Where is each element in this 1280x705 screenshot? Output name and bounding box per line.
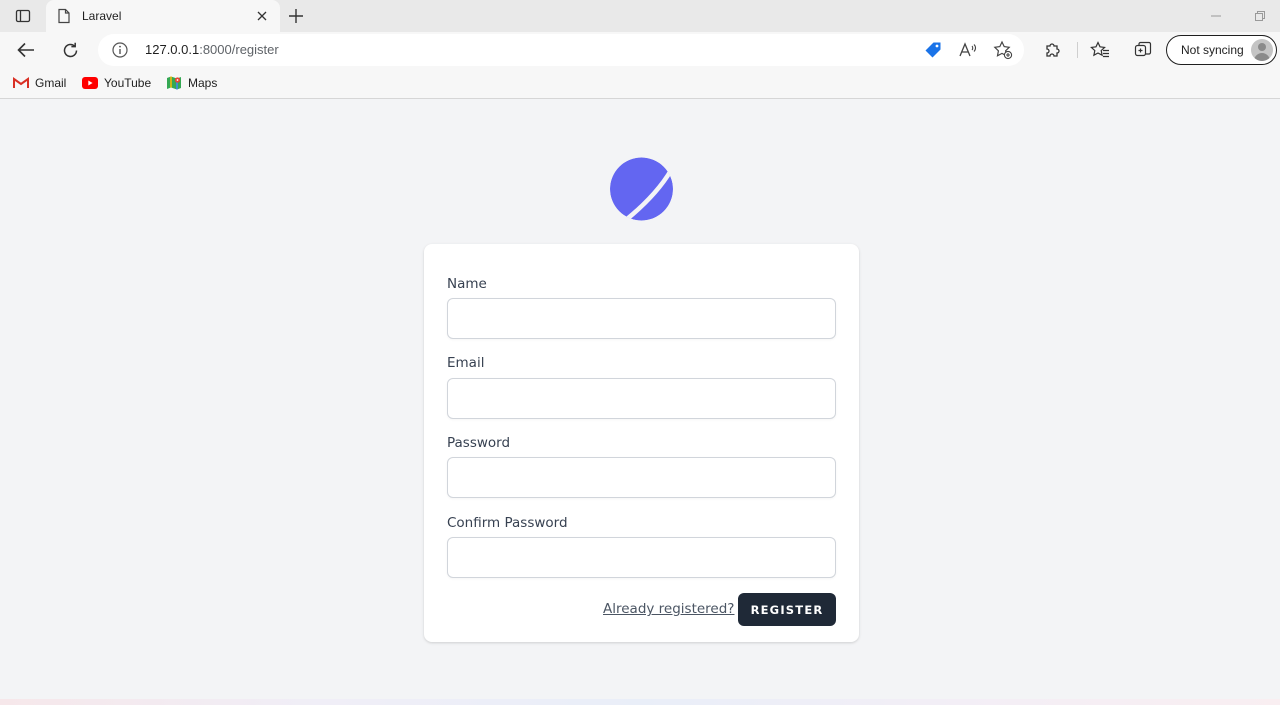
back-button[interactable] bbox=[12, 36, 40, 64]
bookmark-label: Gmail bbox=[35, 76, 67, 90]
url-host: 127.0.0.1 bbox=[145, 42, 200, 57]
collections-button[interactable] bbox=[1129, 36, 1157, 64]
minimize-icon bbox=[1211, 15, 1221, 17]
new-tab-button[interactable] bbox=[284, 4, 308, 28]
name-input[interactable] bbox=[447, 298, 836, 339]
email-input[interactable] bbox=[447, 378, 836, 419]
bookmark-youtube[interactable]: YouTube bbox=[82, 74, 151, 92]
bookmark-label: Maps bbox=[188, 76, 218, 90]
already-registered-link[interactable]: Already registered? bbox=[603, 601, 734, 617]
password-input[interactable] bbox=[447, 457, 836, 498]
tab-actions-button[interactable] bbox=[8, 4, 38, 28]
tab-title: Laravel bbox=[82, 9, 122, 23]
puzzle-icon bbox=[1046, 43, 1060, 57]
toolbar-divider bbox=[1077, 42, 1078, 58]
arrow-left-icon bbox=[17, 42, 34, 58]
tab-actions-icon bbox=[15, 9, 31, 23]
minimize-button[interactable] bbox=[1206, 8, 1226, 24]
maps-icon bbox=[166, 75, 182, 91]
profile-label: Not syncing bbox=[1181, 43, 1244, 57]
close-icon[interactable] bbox=[254, 8, 270, 24]
page-icon bbox=[56, 8, 72, 24]
register-button[interactable]: REGISTER bbox=[738, 593, 836, 626]
app-logo bbox=[610, 157, 673, 221]
tag-icon[interactable] bbox=[923, 40, 943, 60]
address-bar[interactable]: 127.0.0.1:8000/register bbox=[98, 34, 1024, 66]
reload-button[interactable] bbox=[56, 36, 84, 64]
extensions-button[interactable] bbox=[1039, 36, 1067, 64]
profile-button[interactable]: Not syncing bbox=[1166, 35, 1277, 65]
plus-icon bbox=[289, 9, 303, 23]
email-label: Email bbox=[447, 355, 485, 371]
read-aloud-icon[interactable] bbox=[958, 40, 978, 60]
url-text[interactable]: 127.0.0.1:8000/register bbox=[145, 42, 279, 58]
browser-tab[interactable]: Laravel bbox=[46, 0, 280, 32]
password-label: Password bbox=[447, 435, 511, 451]
url-path: :8000/register bbox=[199, 42, 279, 57]
bookmark-gmail[interactable]: Gmail bbox=[13, 74, 66, 92]
confirm-password-label: Confirm Password bbox=[447, 515, 568, 531]
confirm-password-input[interactable] bbox=[447, 537, 836, 578]
page-content: Name Email Password Confirm Password Alr… bbox=[0, 100, 1280, 705]
bookmarks-bar: Gmail YouTube Maps bbox=[0, 68, 1280, 99]
bookmark-label: YouTube bbox=[104, 76, 152, 90]
register-card: Name Email Password Confirm Password Alr… bbox=[424, 244, 859, 642]
gmail-icon bbox=[13, 75, 29, 91]
youtube-icon bbox=[82, 75, 98, 91]
avatar bbox=[1251, 39, 1273, 61]
browser-toolbar: 127.0.0.1:8000/register Not syncing bbox=[0, 32, 1280, 68]
info-icon[interactable] bbox=[112, 42, 128, 58]
favorites-icon bbox=[1090, 41, 1109, 58]
reload-icon bbox=[63, 42, 77, 57]
collections-icon bbox=[1134, 41, 1152, 57]
favorites-button[interactable] bbox=[1086, 36, 1114, 64]
title-bar: Laravel bbox=[0, 0, 1280, 32]
name-label: Name bbox=[447, 276, 487, 292]
bookmark-maps[interactable]: Maps bbox=[166, 74, 217, 92]
bottom-gradient-strip bbox=[0, 699, 1280, 705]
restore-button[interactable] bbox=[1250, 8, 1270, 24]
restore-icon bbox=[1255, 11, 1265, 21]
add-favorite-icon[interactable] bbox=[993, 40, 1013, 60]
